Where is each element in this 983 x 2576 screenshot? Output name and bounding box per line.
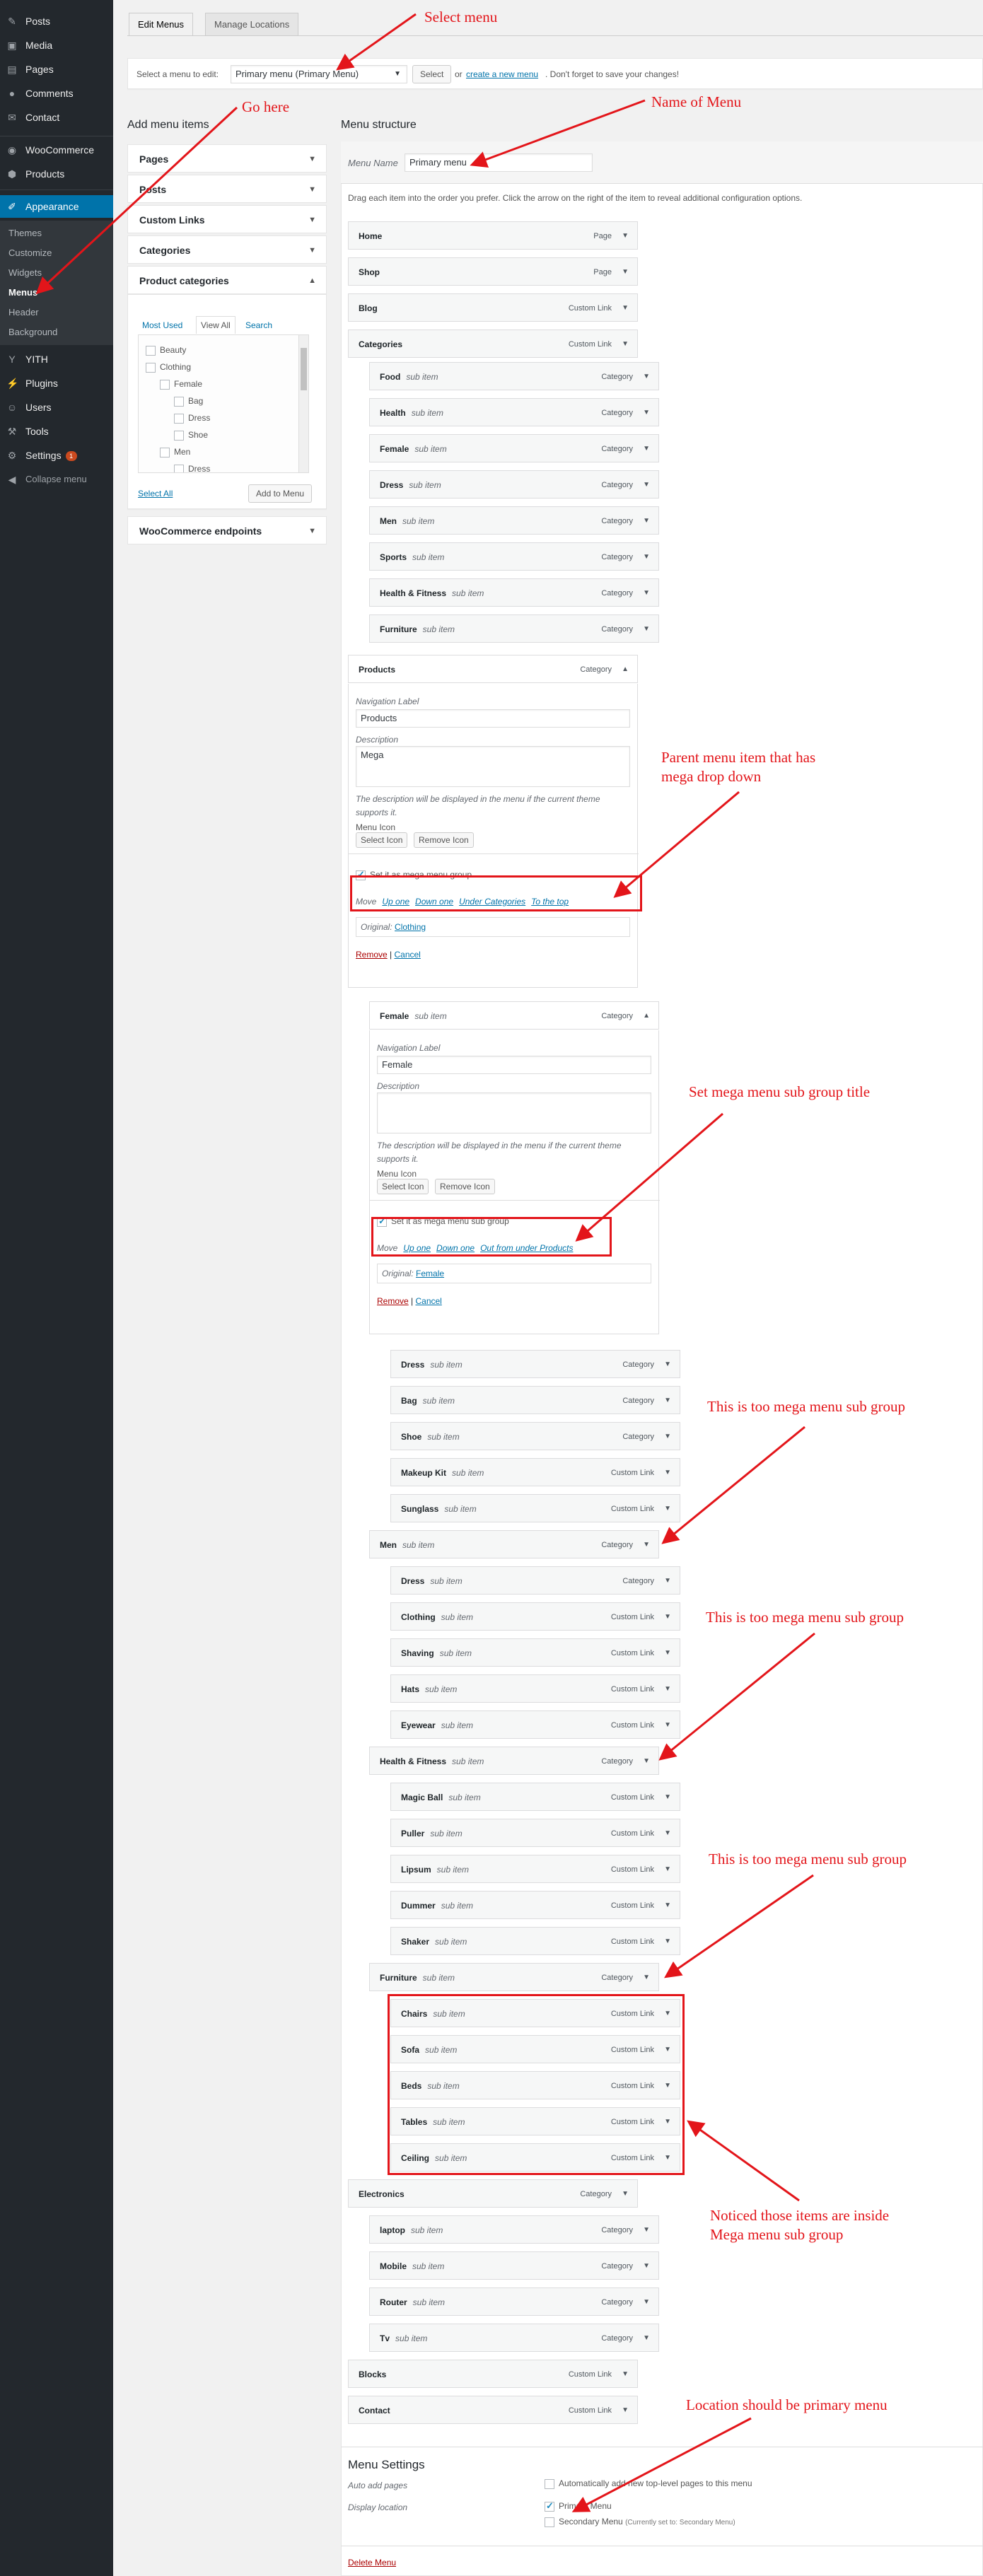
- arrow-too-sub-3: [664, 1874, 814, 1978]
- arrow-location: [571, 2417, 752, 2512]
- arrow-parent-mega: [613, 791, 740, 898]
- arrow-select-menu: [336, 13, 417, 71]
- arrow-go-here: [35, 106, 238, 295]
- arrow-name-of-menu: [470, 99, 646, 168]
- arrow-too-sub-1: [661, 1426, 805, 1544]
- arrow-set-sub-title: [575, 1112, 723, 1242]
- annotation-arrows: [35, 13, 815, 2512]
- arrow-noticed: [687, 2120, 800, 2202]
- arrow-too-sub-2: [658, 1632, 815, 1761]
